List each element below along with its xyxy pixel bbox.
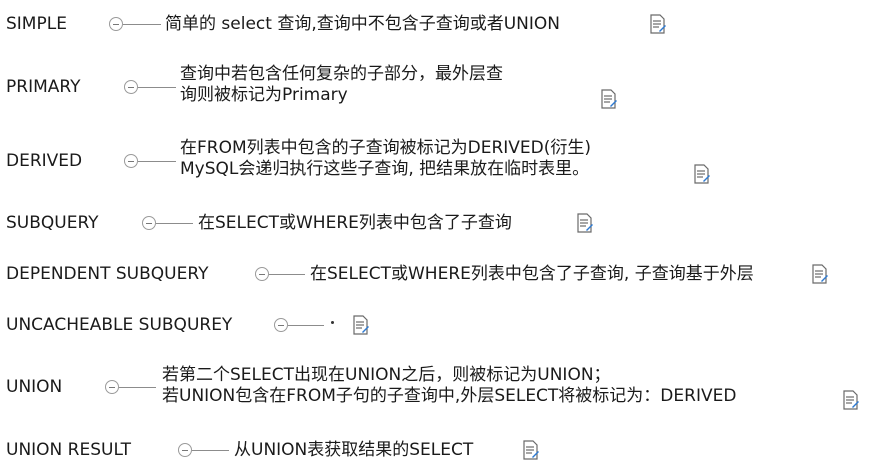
connector-line: [123, 24, 161, 25]
note-icon[interactable]: [812, 264, 828, 284]
node-subquery-description: 在SELECT或WHERE列表中包含了子查询: [198, 213, 512, 234]
node-subquery-label: SUBQUERY: [6, 213, 99, 233]
node-union-result-label: UNION RESULT: [6, 440, 131, 460]
node-simple-description: 简单的 select 查询,查询中不包含子查询或者UNION: [165, 14, 560, 35]
node-dependent-subquery-description: 在SELECT或WHERE列表中包含了子查询, 子查询基于外层: [310, 264, 754, 285]
collapse-icon[interactable]: [142, 216, 156, 230]
connector-line: [138, 87, 176, 88]
empty-node-dot: [331, 321, 334, 324]
note-icon[interactable]: [650, 14, 666, 34]
connector-line: [138, 161, 176, 162]
description-line: 在SELECT或WHERE列表中包含了子查询: [198, 213, 512, 233]
node-primary-description: 查询中若包含任何复杂的子部分，最外层查 询则被标记为Primary: [180, 64, 503, 106]
description-line: 若第二个SELECT出现在UNION之后，则被标记为UNION；: [162, 365, 611, 385]
node-dependent-subquery-label: DEPENDENT SUBQUERY: [6, 264, 209, 284]
description-line: 查询中若包含任何复杂的子部分，最外层查: [180, 64, 503, 84]
node-union-result-description: 从UNION表获取结果的SELECT: [234, 440, 473, 461]
connector-line: [119, 387, 156, 388]
note-icon[interactable]: [523, 440, 539, 460]
node-primary-label: PRIMARY: [6, 77, 81, 97]
connector-line: [269, 274, 305, 275]
node-derived-label: DERIVED: [6, 151, 83, 171]
note-icon[interactable]: [601, 89, 617, 109]
connector-line: [156, 223, 193, 224]
node-union-label: UNION: [6, 377, 63, 397]
collapse-icon[interactable]: [124, 154, 138, 168]
collapse-icon[interactable]: [124, 80, 138, 94]
description-line: MySQL会递归执行这些子查询, 把结果放在临时表里。: [180, 159, 590, 179]
description-line: 询则被标记为Primary: [180, 85, 348, 105]
description-line: 在FROM列表中包含的子查询被标记为DERIVED(衍生): [180, 138, 592, 158]
description-line: 从UNION表获取结果的SELECT: [234, 440, 474, 460]
note-icon[interactable]: [843, 390, 859, 410]
note-icon[interactable]: [353, 315, 369, 335]
note-icon[interactable]: [577, 213, 593, 233]
collapse-icon[interactable]: [109, 17, 123, 31]
description-line: 若UNION包含在FROM子句的子查询中,外层SELECT将被标记为：DERIV…: [162, 386, 737, 406]
collapse-icon[interactable]: [274, 318, 288, 332]
collapse-icon[interactable]: [105, 380, 119, 394]
node-simple-label: SIMPLE: [6, 14, 67, 34]
collapse-icon[interactable]: [178, 443, 192, 457]
node-derived-description: 在FROM列表中包含的子查询被标记为DERIVED(衍生) MySQL会递归执行…: [180, 138, 591, 180]
connector-line: [288, 325, 324, 326]
note-icon[interactable]: [694, 164, 710, 184]
connector-line: [192, 450, 229, 451]
node-union-description: 若第二个SELECT出现在UNION之后，则被标记为UNION； 若UNION包…: [162, 365, 736, 407]
description-line: 在SELECT或WHERE列表中包含了子查询, 子查询基于外层: [310, 264, 754, 284]
description-line: 简单的 select 查询,查询中不包含子查询或者UNION: [165, 14, 560, 34]
node-uncacheable-subqurey-label: UNCACHEABLE SUBQUREY: [6, 315, 233, 335]
collapse-icon[interactable]: [255, 267, 269, 281]
